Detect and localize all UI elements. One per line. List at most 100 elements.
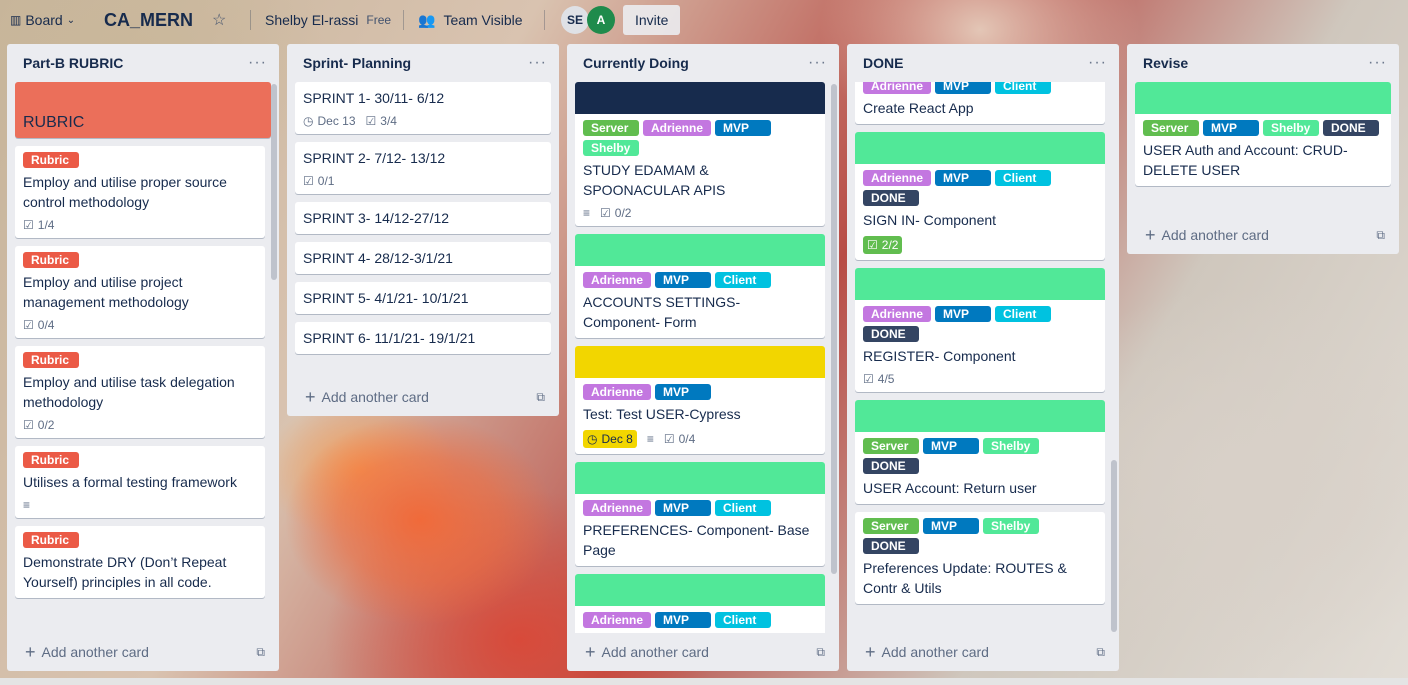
card-label[interactable]: MVP: [655, 500, 712, 516]
card-label[interactable]: Shelby: [983, 518, 1039, 534]
card[interactable]: Adrienne MVP Client ACCOUNTS SETTINGS- Comp…: [575, 234, 825, 338]
card-label[interactable]: Server: [1143, 120, 1199, 136]
card[interactable]: Adrienne MVP Client DONE SIGN IN- Component ☑…: [855, 132, 1105, 260]
add-card-button[interactable]: + Add another card: [25, 642, 149, 663]
card-template-icon[interactable]: ⧉: [256, 645, 265, 660]
card[interactable]: SPRINT 3- 14/12-27/12: [295, 202, 551, 234]
card-label[interactable]: Adrienne: [863, 170, 932, 186]
card[interactable]: SPRINT 2- 7/12- 13/12 ☑ 0/1: [295, 142, 551, 194]
more-icon[interactable]: ···: [248, 54, 267, 72]
card[interactable]: SPRINT 5- 4/1/21- 10/1/21: [295, 282, 551, 314]
card-label[interactable]: MVP: [923, 438, 979, 454]
more-icon[interactable]: ···: [528, 54, 547, 72]
more-icon[interactable]: ···: [808, 54, 827, 72]
card[interactable]: Adrienne MVP Client DONE REGISTER- Component…: [855, 268, 1105, 392]
card-label[interactable]: Rubric: [23, 532, 79, 548]
card-label[interactable]: DONE: [863, 190, 919, 206]
card-label[interactable]: Client: [995, 306, 1052, 322]
card-label[interactable]: Adrienne: [583, 272, 652, 288]
list-title[interactable]: Part-B RUBRIC: [23, 55, 123, 71]
card-label[interactable]: Shelby: [583, 140, 639, 156]
card-label[interactable]: Rubric: [23, 152, 79, 168]
card-label[interactable]: MVP: [1203, 120, 1259, 136]
checklist-badge: ☑ 0/2: [600, 206, 631, 220]
card-label[interactable]: DONE: [1323, 120, 1379, 136]
avatar[interactable]: A: [587, 6, 615, 34]
card-label[interactable]: MVP: [655, 612, 712, 628]
card[interactable]: Adrienne MVP Client PREFERENCES- Component-…: [575, 462, 825, 566]
card[interactable]: Server Adrienne MVP Shelby STUDY EDAMAM & SP…: [575, 82, 825, 226]
card-label[interactable]: Shelby: [1263, 120, 1319, 136]
card[interactable]: SPRINT 6- 11/1/21- 19/1/21: [295, 322, 551, 354]
card-label[interactable]: DONE: [863, 458, 919, 474]
card-label[interactable]: Client: [995, 82, 1052, 94]
card[interactable]: Server MVP Shelby DONE USER Auth and Account…: [1135, 82, 1391, 186]
card-label[interactable]: Adrienne: [863, 82, 932, 94]
card[interactable]: SPRINT 1- 30/11- 6/12 ◷ Dec 13 ☑ 3/4: [295, 82, 551, 134]
card[interactable]: Rubric Employ and utilise task delegation…: [15, 346, 265, 438]
card-label[interactable]: Adrienne: [643, 120, 712, 136]
card-label[interactable]: Rubric: [23, 452, 79, 468]
card-label[interactable]: Client: [715, 612, 772, 628]
workspace-button[interactable]: Shelby El-rassi Free: [265, 12, 395, 28]
card-label[interactable]: Adrienne: [583, 500, 652, 516]
checkbox-icon: ☑: [303, 174, 314, 188]
card-label[interactable]: MVP: [935, 82, 992, 94]
card-label[interactable]: DONE: [863, 326, 919, 342]
card[interactable]: Adrienne MVP Client Create React App: [855, 82, 1105, 124]
card-label[interactable]: Adrienne: [863, 306, 932, 322]
card[interactable]: Rubric Employ and utilise proper source c…: [15, 146, 265, 238]
card[interactable]: Adrienne MVP Test: Test USER-Cypress ◷ Dec 8…: [575, 346, 825, 454]
card-label[interactable]: Client: [995, 170, 1052, 186]
list-title[interactable]: Sprint- Planning: [303, 55, 411, 71]
star-icon[interactable]: ☆: [212, 10, 242, 30]
visibility-button[interactable]: 👥 Team Visible: [418, 12, 536, 29]
card[interactable]: Server MVP Shelby DONE Preferences Update: R…: [855, 512, 1105, 604]
add-card-button[interactable]: + Add another card: [305, 387, 429, 408]
list-title[interactable]: DONE: [863, 55, 903, 71]
card-template-icon[interactable]: ⧉: [1376, 228, 1385, 243]
add-card-label: Add another card: [601, 644, 709, 660]
card-label[interactable]: MVP: [715, 120, 772, 136]
card-label[interactable]: MVP: [935, 170, 992, 186]
card-label[interactable]: Adrienne: [583, 612, 652, 628]
more-icon[interactable]: ···: [1368, 54, 1387, 72]
card-label[interactable]: Client: [715, 500, 772, 516]
card-label[interactable]: Server: [583, 120, 639, 136]
card[interactable]: SPRINT 4- 28/12-3/1/21: [295, 242, 551, 274]
card-template-icon[interactable]: ⧉: [1096, 645, 1105, 660]
card-label[interactable]: MVP: [655, 272, 712, 288]
avatar[interactable]: SE: [561, 6, 589, 34]
due-date-badge[interactable]: ◷ Dec 13: [303, 114, 356, 128]
card-label[interactable]: Shelby: [983, 438, 1039, 454]
add-card-button[interactable]: + Add another card: [1145, 225, 1269, 246]
card-label[interactable]: Rubric: [23, 352, 79, 368]
card-label[interactable]: Server: [863, 518, 919, 534]
card-label[interactable]: MVP: [923, 518, 979, 534]
card[interactable]: Rubric Utilises a formal testing framewor…: [15, 446, 265, 518]
card[interactable]: Server MVP Shelby DONE USER Account: Return …: [855, 400, 1105, 504]
card-label[interactable]: MVP: [935, 306, 992, 322]
card-label[interactable]: Adrienne: [583, 384, 652, 400]
card[interactable]: Rubric Employ and utilise project managem…: [15, 246, 265, 338]
card-label[interactable]: Client: [715, 272, 772, 288]
add-card-button[interactable]: + Add another card: [865, 642, 989, 663]
invite-button[interactable]: Invite: [623, 5, 681, 35]
board-view-switcher[interactable]: ▥ Board ⌄: [10, 12, 92, 28]
card[interactable]: Rubric Demonstrate DRY (Don’t Repeat Your…: [15, 526, 265, 598]
rubric-cover-card[interactable]: RUBRIC: [15, 82, 271, 138]
card-label[interactable]: MVP: [655, 384, 712, 400]
card-template-icon[interactable]: ⧉: [536, 390, 545, 405]
list-title[interactable]: Currently Doing: [583, 55, 689, 71]
add-card-button[interactable]: + Add another card: [585, 642, 709, 663]
card-label[interactable]: Rubric: [23, 252, 79, 268]
card[interactable]: Adrienne MVP Client: [575, 574, 825, 633]
more-icon[interactable]: ···: [1088, 54, 1107, 72]
board-title[interactable]: CA_MERN: [104, 10, 212, 31]
due-date-badge[interactable]: ◷ Dec 8: [583, 430, 637, 448]
card-label[interactable]: DONE: [863, 538, 919, 554]
list-title[interactable]: Revise: [1143, 55, 1188, 71]
card-label[interactable]: Server: [863, 438, 919, 454]
clock-icon: ◷: [303, 114, 314, 128]
card-template-icon[interactable]: ⧉: [816, 645, 825, 660]
